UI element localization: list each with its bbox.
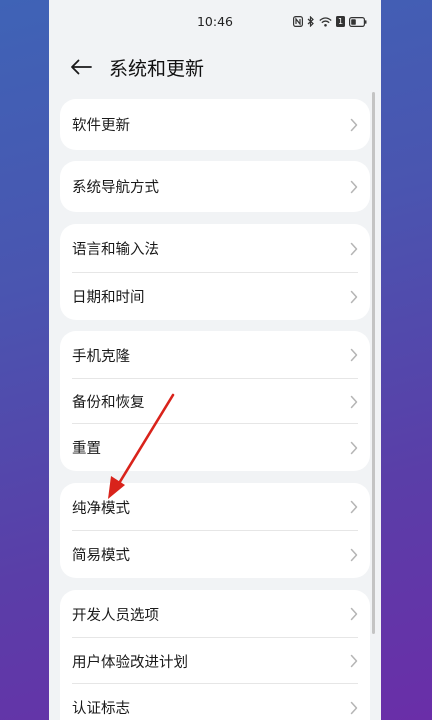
settings-item-simple-mode[interactable]: 简易模式	[60, 531, 370, 578]
settings-item-system-navigation[interactable]: 系统导航方式	[60, 161, 370, 212]
settings-item-label: 开发人员选项	[72, 607, 159, 624]
wifi-icon	[319, 16, 332, 27]
settings-item-label: 认证标志	[72, 701, 130, 717]
chevron-right-icon	[350, 242, 358, 256]
nfc-icon	[293, 16, 303, 27]
settings-group-update: 软件更新	[60, 99, 370, 150]
chevron-right-icon	[350, 607, 358, 621]
status-icons: 1	[293, 16, 367, 27]
page-title: 系统和更新	[109, 58, 205, 80]
chevron-right-icon	[350, 701, 358, 715]
sim-icon: 1	[336, 16, 345, 27]
battery-icon	[349, 16, 367, 27]
settings-item-user-experience-program[interactable]: 用户体验改进计划	[60, 638, 370, 684]
chevron-right-icon	[350, 348, 358, 362]
chevron-right-icon	[350, 290, 358, 304]
page-header: 系统和更新	[49, 44, 381, 90]
settings-item-label: 用户体验改进计划	[72, 654, 188, 671]
back-button[interactable]	[67, 53, 95, 81]
settings-group-language-date: 语言和输入法 日期和时间	[60, 224, 370, 320]
settings-item-developer-options[interactable]: 开发人员选项	[60, 590, 370, 638]
settings-group-developer: 开发人员选项 用户体验改进计划 认证标志	[60, 590, 370, 720]
settings-item-software-update[interactable]: 软件更新	[60, 99, 370, 150]
settings-item-label: 纯净模式	[72, 500, 130, 517]
settings-item-label: 重置	[72, 441, 101, 457]
chevron-right-icon	[350, 118, 358, 132]
settings-item-label: 手机克隆	[72, 348, 130, 365]
chevron-right-icon	[350, 441, 358, 455]
settings-item-backup-restore[interactable]: 备份和恢复	[60, 379, 370, 424]
scrollbar[interactable]	[372, 92, 375, 634]
settings-item-label: 日期和时间	[72, 290, 145, 306]
settings-item-reset[interactable]: 重置	[60, 424, 370, 471]
settings-item-certification-marks[interactable]: 认证标志	[60, 684, 370, 720]
phone-screen: 10:46 1 系统和更新 软件更新 系统导航方式 语言和输入法 日期和时间 手…	[49, 0, 381, 720]
settings-group-modes: 纯净模式 简易模式	[60, 483, 370, 578]
settings-group-backup-reset: 手机克隆 备份和恢复 重置	[60, 331, 370, 471]
settings-item-label: 语言和输入法	[72, 242, 159, 258]
settings-item-label: 简易模式	[72, 548, 130, 564]
back-arrow-icon	[71, 59, 92, 75]
settings-item-language-input[interactable]: 语言和输入法	[60, 224, 370, 273]
chevron-right-icon	[350, 500, 358, 514]
settings-item-date-time[interactable]: 日期和时间	[60, 273, 370, 320]
chevron-right-icon	[350, 395, 358, 409]
settings-item-label: 系统导航方式	[72, 180, 159, 196]
bluetooth-icon	[307, 16, 315, 27]
settings-item-pure-mode[interactable]: 纯净模式	[60, 483, 370, 531]
chevron-right-icon	[350, 654, 358, 668]
settings-group-navigation: 系统导航方式	[60, 161, 370, 212]
settings-item-phone-clone[interactable]: 手机克隆	[60, 331, 370, 379]
settings-list[interactable]: 软件更新 系统导航方式 语言和输入法 日期和时间 手机克隆 备份和恢复 重置 纯…	[49, 90, 381, 720]
chevron-right-icon	[350, 548, 358, 562]
status-bar: 10:46 1	[49, 0, 381, 44]
chevron-right-icon	[350, 180, 358, 194]
settings-item-label: 备份和恢复	[72, 395, 145, 411]
settings-item-label: 软件更新	[72, 118, 130, 134]
